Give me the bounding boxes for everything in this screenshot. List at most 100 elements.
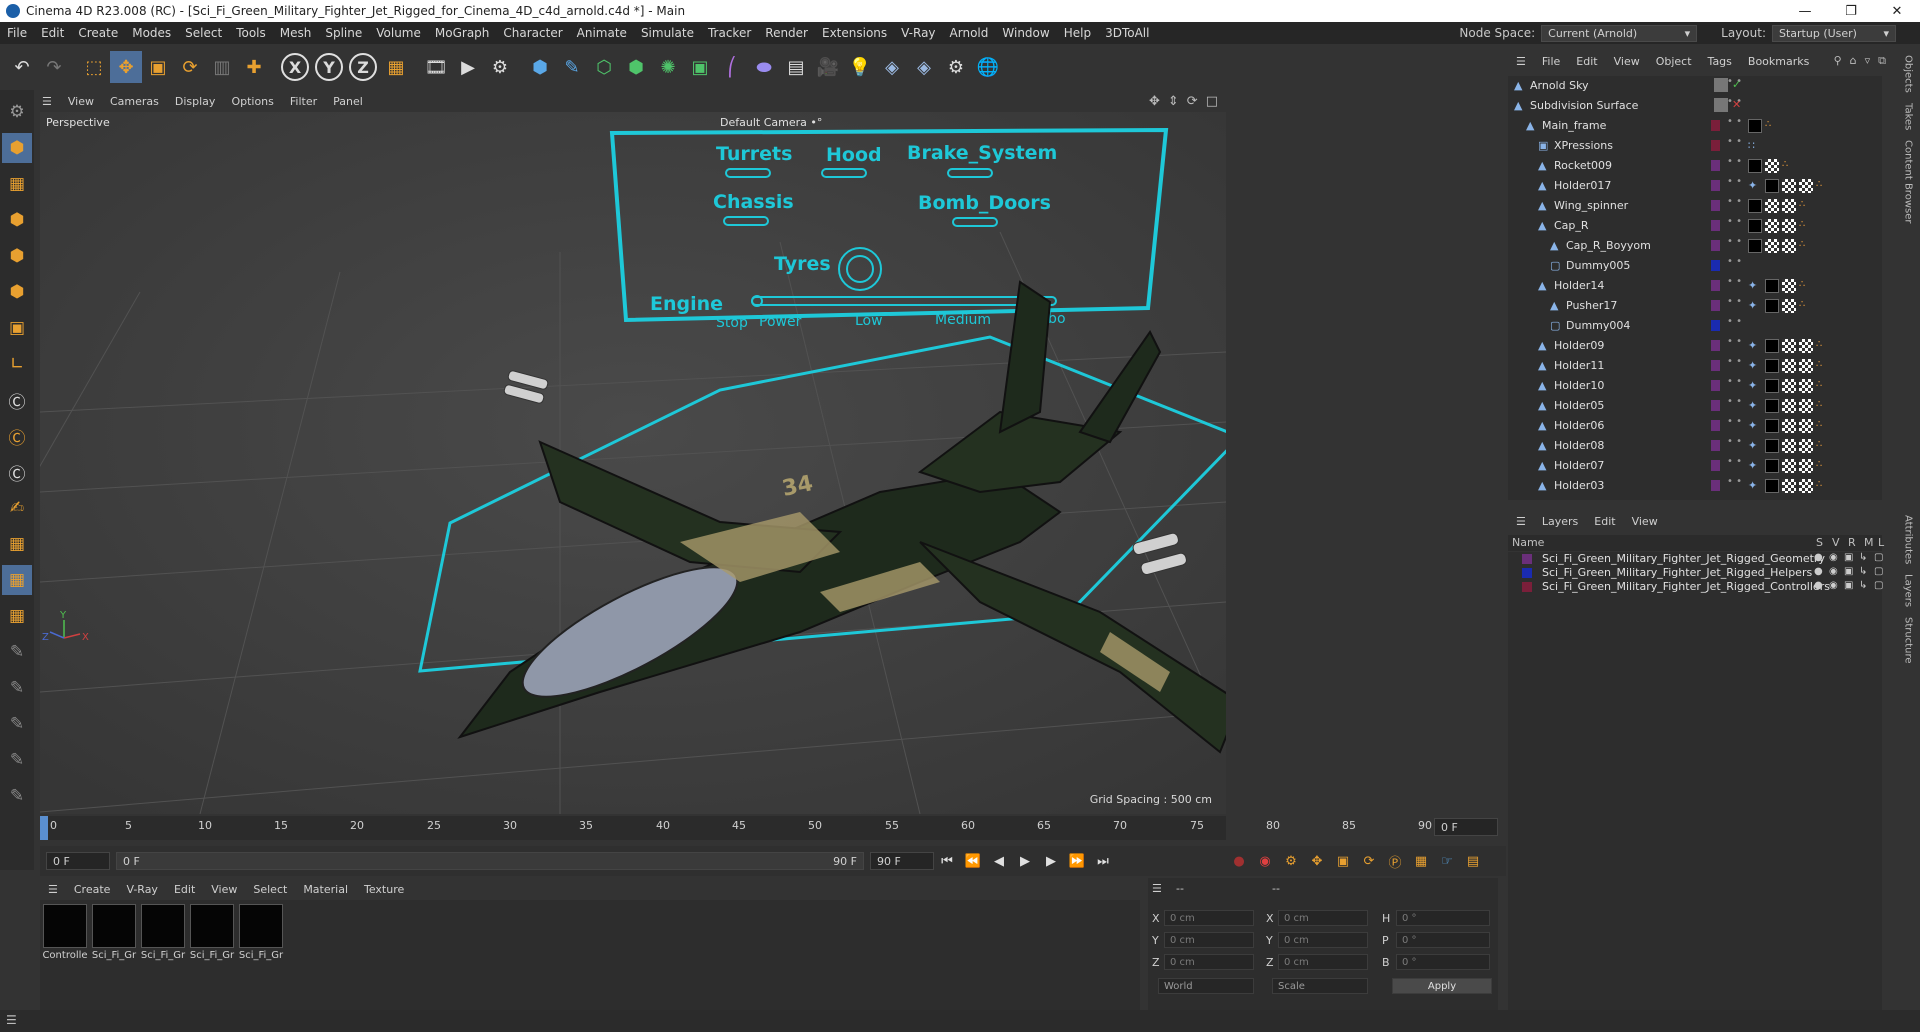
ik-tag-icon[interactable]: ✦ xyxy=(1748,279,1762,293)
material-menu-select[interactable]: Select xyxy=(245,883,295,896)
home-icon[interactable]: ⌂ xyxy=(1850,54,1857,68)
motion-record-icon[interactable]: ☞ xyxy=(1434,848,1460,874)
layers-menu-view[interactable]: View xyxy=(1624,515,1666,528)
viewport-menu-display[interactable]: Display xyxy=(167,95,224,108)
material-tag-icon[interactable] xyxy=(1765,359,1779,373)
render-icon[interactable]: ▣ xyxy=(1844,580,1853,591)
selection-tag-icon[interactable]: ∴ xyxy=(1816,379,1826,393)
selection-tag-icon[interactable]: ∴ xyxy=(1799,219,1809,233)
texture-tag-icon[interactable] xyxy=(1782,219,1796,233)
ik-tag-icon[interactable]: ✦ xyxy=(1748,299,1762,313)
size-mode-dropdown[interactable]: Scale xyxy=(1272,978,1368,994)
layer-color-swatch[interactable] xyxy=(1711,260,1720,271)
snap-icon[interactable]: Ⓒ xyxy=(2,385,32,415)
object-menu-bookmarks[interactable]: Bookmarks xyxy=(1740,55,1817,68)
visibility-dots-icon[interactable]: • • xyxy=(1727,137,1742,147)
layers-menu-layers[interactable]: Layers xyxy=(1534,515,1586,528)
ik-tag-icon[interactable]: ✦ xyxy=(1748,339,1762,353)
menu-select[interactable]: Select xyxy=(178,26,229,40)
visible-eye-icon[interactable]: ◉ xyxy=(1829,580,1838,591)
selection-tag-icon[interactable]: ∴ xyxy=(1816,359,1826,373)
object-menu-tags[interactable]: Tags xyxy=(1700,55,1740,68)
transform-tool-icon[interactable]: ✚ xyxy=(238,51,270,83)
render-icon[interactable]: ▣ xyxy=(1844,566,1853,577)
lock-icon[interactable]: ▢ xyxy=(1874,580,1883,591)
previous-key-icon[interactable]: ⏪ xyxy=(960,848,986,874)
snap-mode-icon[interactable]: Ⓒ xyxy=(2,457,32,487)
redo-icon[interactable]: ↷ xyxy=(38,51,70,83)
tweak-icon[interactable]: ✍ xyxy=(2,493,32,523)
search-icon[interactable]: ⚲ xyxy=(1834,54,1842,68)
layer-color-swatch[interactable] xyxy=(1711,180,1720,191)
material-menu-texture[interactable]: Texture xyxy=(356,883,412,896)
texture-tag-icon[interactable] xyxy=(1799,379,1813,393)
keyframe-selection-icon[interactable]: ⚙ xyxy=(1278,848,1304,874)
go-to-end-icon[interactable]: ⏭ xyxy=(1090,848,1116,874)
tab-content-browser[interactable]: Content Browser xyxy=(1903,140,1914,223)
texture-tag-icon[interactable] xyxy=(1782,199,1796,213)
menu-window[interactable]: Window xyxy=(995,26,1056,40)
layer-color-swatch[interactable] xyxy=(1522,568,1532,578)
visibility-dots-icon[interactable]: • • xyxy=(1727,477,1742,487)
menu-extensions[interactable]: Extensions xyxy=(815,26,894,40)
menu-simulate[interactable]: Simulate xyxy=(634,26,701,40)
material-tag-icon[interactable] xyxy=(1765,179,1779,193)
selection-tag-icon[interactable]: ∴ xyxy=(1799,199,1809,213)
texture-tag-icon[interactable] xyxy=(1765,239,1779,253)
viewport-menu-options[interactable]: Options xyxy=(223,95,281,108)
object-menu-object[interactable]: Object xyxy=(1648,55,1700,68)
object-row[interactable]: ▲ Holder017 • • ✦ ∴ xyxy=(1508,176,1882,196)
lock-icon[interactable]: ▢ xyxy=(1874,566,1883,577)
visibility-dots-icon[interactable]: • • xyxy=(1727,157,1742,167)
texture-tag-icon[interactable] xyxy=(1782,459,1796,473)
layer-color-swatch[interactable] xyxy=(1711,360,1720,371)
material-item[interactable]: Sci_Fi_Gr xyxy=(140,904,186,1006)
y-axis-lock-button[interactable]: Y xyxy=(315,53,343,81)
render-icon[interactable]: ▣ xyxy=(1844,552,1853,563)
visibility-dots-icon[interactable]: • • xyxy=(1727,437,1742,447)
texture-tag-icon[interactable] xyxy=(1782,299,1796,313)
go-to-start-icon[interactable]: ⏮ xyxy=(934,848,960,874)
layer-color-swatch[interactable] xyxy=(1711,420,1720,431)
texture-tag-icon[interactable] xyxy=(1799,179,1813,193)
object-row[interactable]: ▲ Wing_spinner • • ∴ xyxy=(1508,196,1882,216)
live-selection-icon[interactable]: ⬚ xyxy=(78,51,110,83)
texture-tag-icon[interactable] xyxy=(1799,359,1813,373)
render-region-icon[interactable]: 🎞 xyxy=(420,51,452,83)
object-row[interactable]: ▲ Holder10 • • ✦ ∴ xyxy=(1508,376,1882,396)
visibility-dots-icon[interactable]: • • xyxy=(1727,257,1742,267)
layer-color-swatch[interactable] xyxy=(1711,200,1720,211)
material-tag-icon[interactable] xyxy=(1765,299,1779,313)
layer-color-swatch[interactable] xyxy=(1711,160,1720,171)
object-row[interactable]: ▲ Rocket009 • • ∴ xyxy=(1508,156,1882,176)
scale-tool-icon[interactable]: ▣ xyxy=(142,51,174,83)
texture-tag-icon[interactable] xyxy=(1782,239,1796,253)
material-menu-edit[interactable]: Edit xyxy=(166,883,203,896)
material-tag-icon[interactable] xyxy=(1765,379,1779,393)
texture-tag-icon[interactable] xyxy=(1799,439,1813,453)
selection-tag-icon[interactable]: ∴ xyxy=(1816,439,1826,453)
object-row[interactable]: ▲ Holder05 • • ✦ ∴ xyxy=(1508,396,1882,416)
visibility-dots-icon[interactable]: • • xyxy=(1727,377,1742,387)
enable-toggle[interactable] xyxy=(1714,98,1728,112)
edges-mode-icon[interactable]: ⬢ xyxy=(2,241,32,271)
visibility-dots-icon[interactable]: • • xyxy=(1727,417,1742,427)
render-view-icon[interactable]: ▶ xyxy=(452,51,484,83)
texture-tag-icon[interactable] xyxy=(1782,399,1796,413)
minimize-button[interactable]: — xyxy=(1782,0,1828,22)
texture-tag-icon[interactable] xyxy=(1799,479,1813,493)
cube-primitive-icon[interactable]: ⬢ xyxy=(524,51,556,83)
layer-color-swatch[interactable] xyxy=(1711,320,1720,331)
start-frame-field[interactable]: 0 F xyxy=(46,852,110,870)
hamburger-icon[interactable]: ☰ xyxy=(34,95,60,108)
layer-color-swatch[interactable] xyxy=(1522,554,1532,564)
x-axis-lock-button[interactable]: X xyxy=(281,53,309,81)
menu-mograph[interactable]: MoGraph xyxy=(428,26,497,40)
material-tag-icon[interactable] xyxy=(1765,279,1779,293)
menu-tools[interactable]: Tools xyxy=(229,26,273,40)
viewport-menu-view[interactable]: View xyxy=(60,95,102,108)
layout-dropdown[interactable]: Startup (User) ▾ xyxy=(1772,24,1896,42)
polygons-mode-icon[interactable]: ⬢ xyxy=(2,277,32,307)
ik-tag-icon[interactable]: ✦ xyxy=(1748,439,1762,453)
material-item[interactable]: Sci_Fi_Gr xyxy=(189,904,235,1006)
